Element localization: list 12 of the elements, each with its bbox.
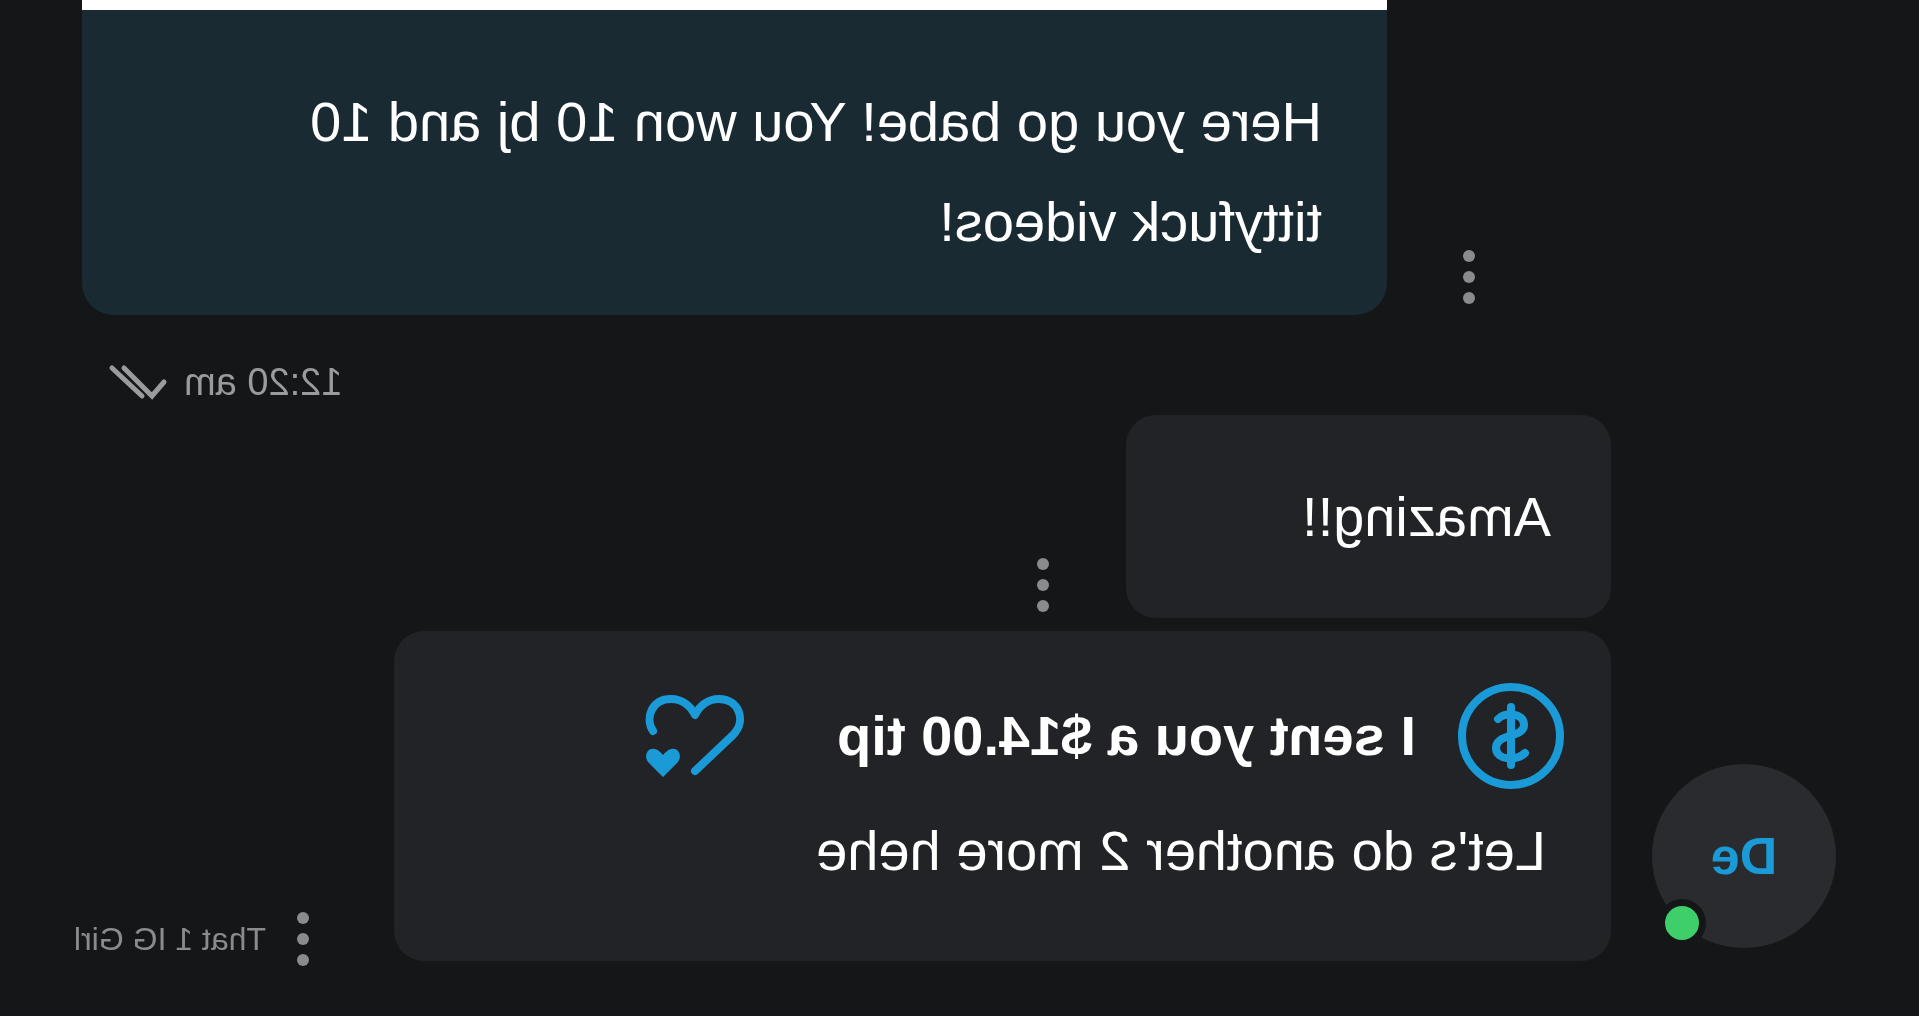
message-text: Let's do another 2 more hehe	[815, 818, 1547, 884]
message-time: 12:20 am	[184, 359, 343, 405]
more-options-icon[interactable]	[1036, 557, 1050, 613]
sender-name: That 1 IG Girl	[73, 920, 266, 959]
message-text: Here you go babe! You won 10 bj and 10 tittyfuck videos!	[309, 89, 1322, 255]
avatar-initials: De	[1710, 826, 1778, 887]
more-options-icon[interactable]	[1462, 249, 1476, 305]
tip-text: I sent you a $14.00 tip	[837, 703, 1416, 769]
message-text: Amazing!!	[1302, 483, 1551, 550]
more-options-icon[interactable]	[296, 911, 310, 967]
dollar-coin-icon	[1456, 681, 1566, 791]
avatar[interactable]: De	[1652, 764, 1836, 948]
